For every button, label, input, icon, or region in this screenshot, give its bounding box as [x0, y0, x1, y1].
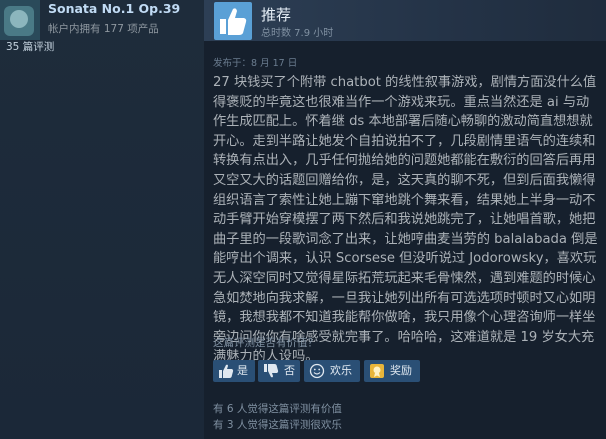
- award-button[interactable]: 奖励: [364, 360, 420, 382]
- vote-yes-button[interactable]: 是: [213, 360, 255, 382]
- award-label: 奖励: [390, 364, 412, 377]
- review-header: 推荐 总时数 7.9 小时: [204, 0, 606, 41]
- thumbs-down-icon: [264, 364, 279, 378]
- hours-played: 总时数 7.9 小时: [261, 28, 334, 39]
- review-panel: 推荐 总时数 7.9 小时 发布于：8 月 17 日 27 块钱买了个附带 ch…: [204, 0, 606, 439]
- vote-no-label: 否: [284, 364, 295, 377]
- avatar[interactable]: [0, 0, 40, 40]
- thumbs-up-icon: [214, 2, 252, 40]
- award-icon: [370, 364, 384, 378]
- vote-yes-label: 是: [237, 364, 248, 377]
- review-verdict: 推荐: [261, 6, 292, 24]
- posted-date: 发布于：8 月 17 日: [213, 58, 298, 69]
- products-owned[interactable]: 帐户内拥有 177 项产品: [48, 21, 159, 36]
- helpful-count: 有 6 人觉得这篇评测有价值: [213, 403, 342, 415]
- vote-funny-label: 欢乐: [330, 364, 352, 377]
- helpful-question: 这篇评测是否有价值？: [213, 337, 318, 349]
- vote-no-button[interactable]: 否: [258, 360, 300, 382]
- review-count[interactable]: 35 篇评测: [6, 39, 54, 54]
- reviewer-panel: Sonata No.1 Op.39 帐户内拥有 177 项产品 35 篇评测: [0, 0, 204, 439]
- funny-count: 有 3 人觉得这篇评测很欢乐: [213, 419, 342, 431]
- smiley-icon: [309, 363, 325, 379]
- reviewer-name[interactable]: Sonata No.1 Op.39: [48, 1, 180, 16]
- review-body: 27 块钱买了个附带 chatbot 的线性叙事游戏，剧情方面没什么值得褒贬的毕…: [213, 75, 598, 365]
- thumbs-up-icon: [219, 364, 234, 378]
- vote-funny-button[interactable]: 欢乐: [304, 360, 360, 382]
